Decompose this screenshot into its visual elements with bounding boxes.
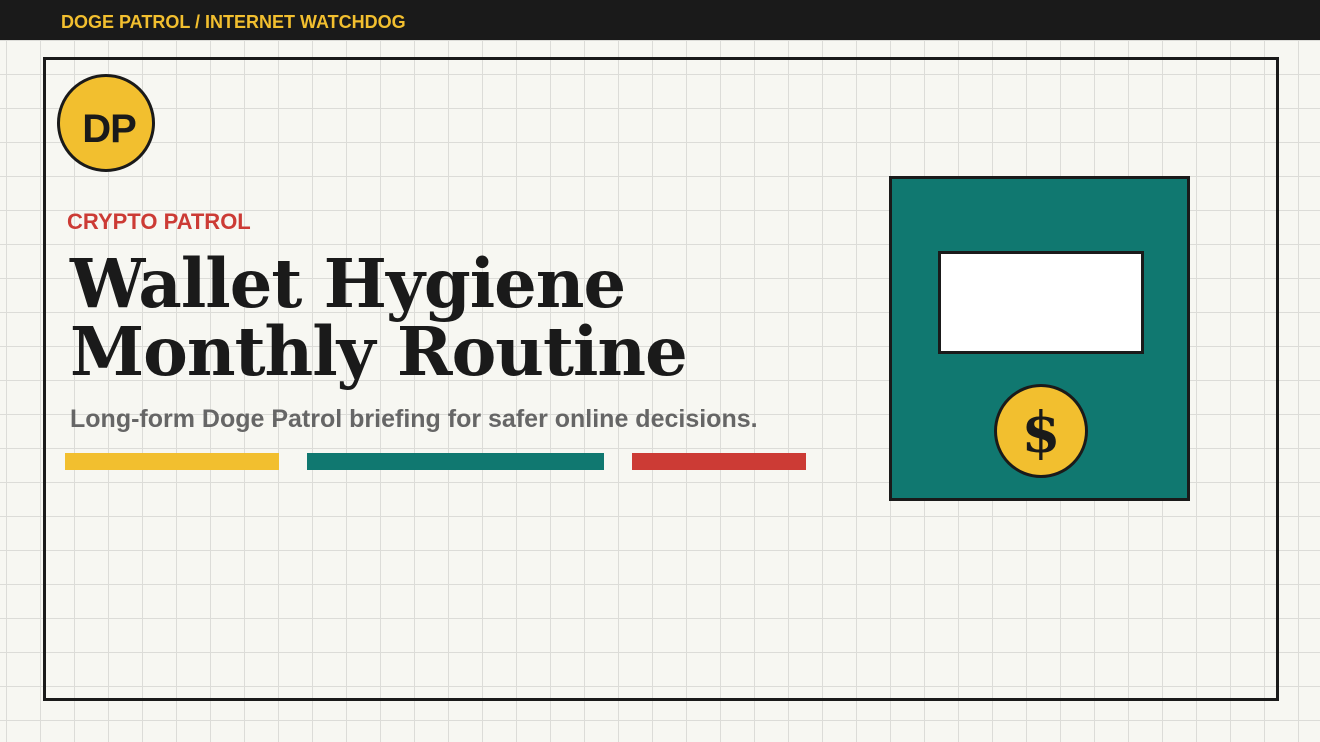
accent-bar-yellow	[65, 453, 279, 470]
dollar-sign: $	[1021, 400, 1061, 466]
section-kicker: CRYPTO PATROL	[67, 209, 251, 234]
top-bar: DOGE PATROL / INTERNET WATCHDOG	[0, 0, 1320, 40]
accent-bar-teal	[307, 453, 604, 470]
wallet-coin-icon: $	[889, 176, 1190, 501]
coin-icon: $	[994, 384, 1088, 478]
title-line-1: Wallet Hygiene	[70, 244, 626, 323]
logo-badge: DP	[57, 74, 155, 172]
page-subtitle: Long-form Doge Patrol briefing for safer…	[70, 405, 758, 433]
brand-line: DOGE PATROL / INTERNET WATCHDOG	[61, 12, 406, 32]
accent-bar-red	[632, 453, 806, 470]
wallet-screen	[938, 251, 1144, 354]
page-title: Wallet Hygiene Monthly Routine	[70, 244, 688, 391]
title-line-2: Monthly Routine	[70, 312, 688, 391]
logo-initials: DP	[82, 107, 137, 151]
